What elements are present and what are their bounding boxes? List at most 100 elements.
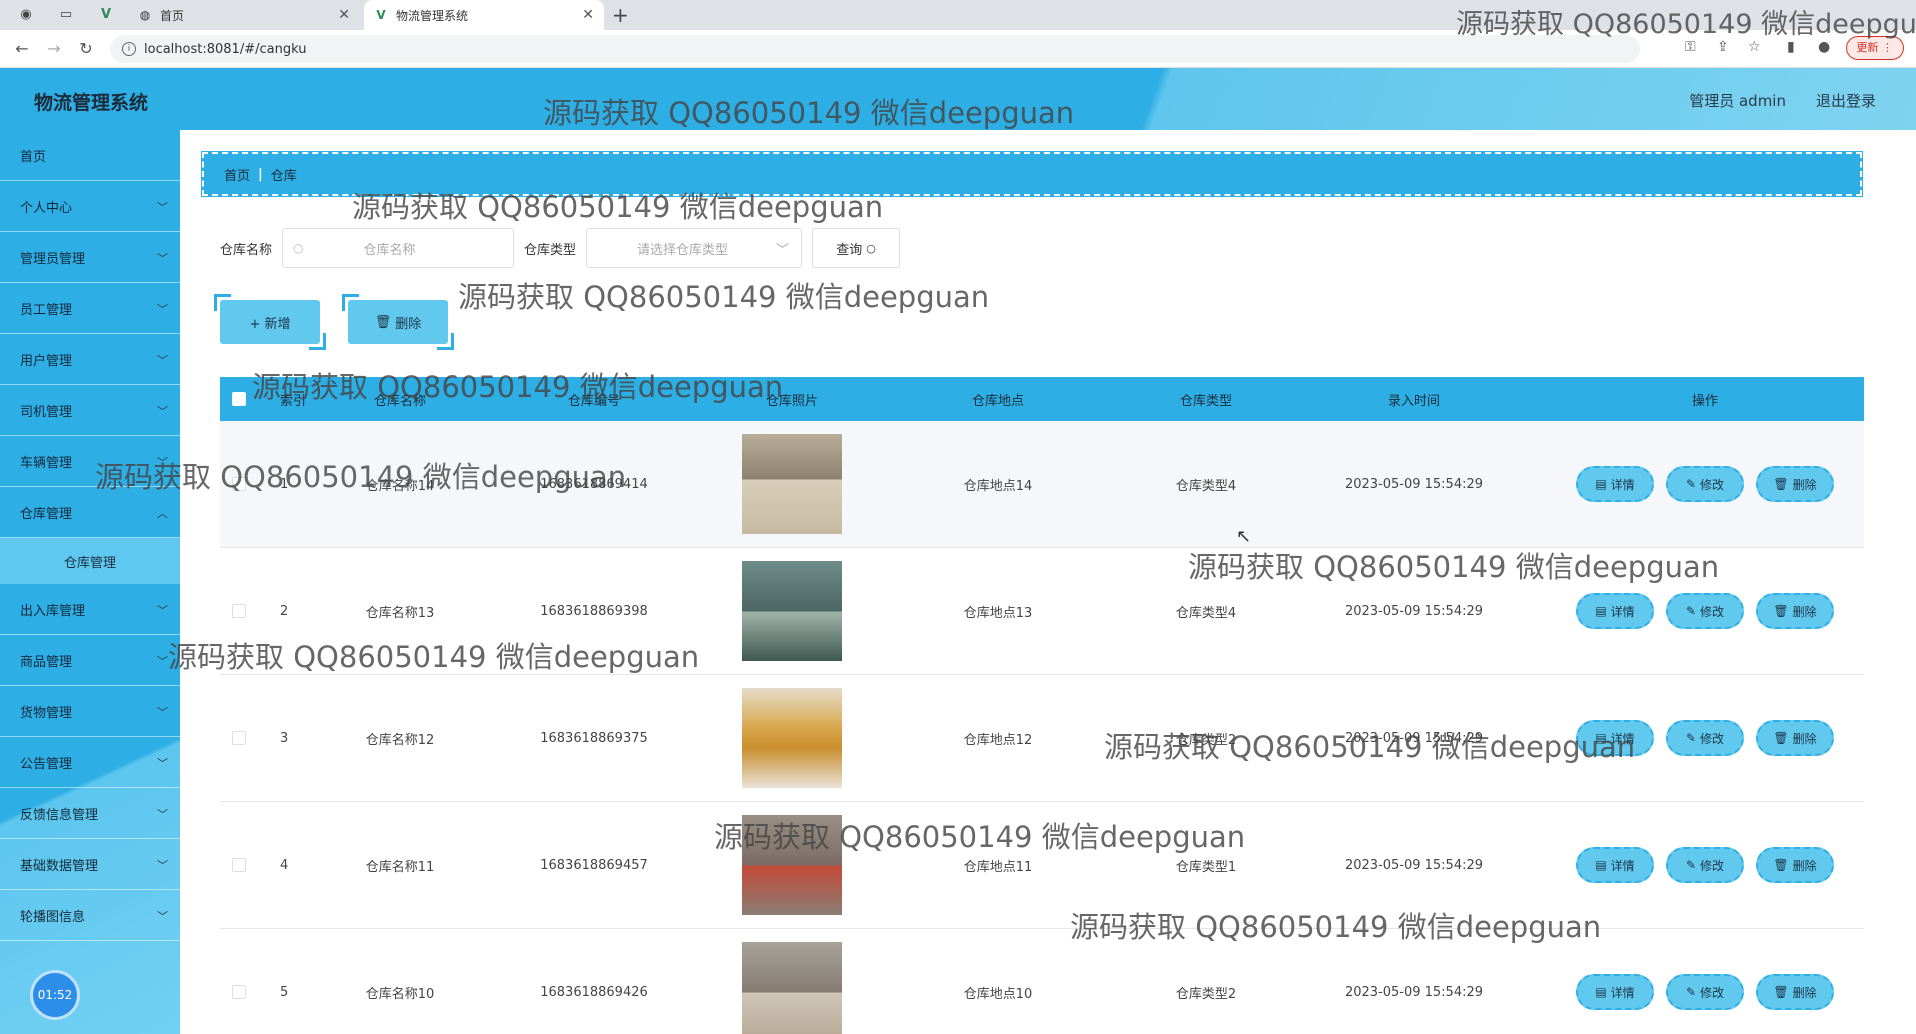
row-checkbox[interactable] <box>232 604 246 618</box>
cell-time: 2023-05-09 15:54:29 <box>1344 984 1484 1000</box>
cell-type: 仓库类型1 <box>1175 859 1237 875</box>
add-button[interactable]: + 新增 <box>214 294 320 344</box>
detail-button[interactable]: ▤ 详情 <box>1576 593 1654 629</box>
sidebar-item-drivers[interactable]: 司机管理 ﹀ <box>0 385 180 436</box>
sidebar-item-carousel[interactable]: 轮播图信息 ﹀ <box>0 890 180 941</box>
warehouse-photo[interactable] <box>742 688 842 788</box>
forward-icon[interactable]: → <box>44 39 64 58</box>
header-photo: 仓库照片 <box>765 393 818 409</box>
detail-button[interactable]: ▤ 详情 <box>1576 466 1654 502</box>
vue-icon[interactable]: V <box>98 7 114 23</box>
chevron-down-icon: ﹀ <box>157 252 168 265</box>
delete-button[interactable]: 🗑 删除 <box>1756 593 1834 629</box>
row-checkbox[interactable] <box>232 731 246 745</box>
chevron-down-icon: ﹀ <box>157 808 168 821</box>
chevron-down-icon: ﹀ <box>157 604 168 617</box>
detail-button[interactable]: ▤ 详情 <box>1576 720 1654 756</box>
delete-label: 删除 <box>1792 604 1817 619</box>
delete-button[interactable]: 🗑 删除 <box>1756 847 1834 883</box>
sidebar-item-inout[interactable]: 出入库管理 ﹀ <box>0 584 180 635</box>
sidebar-item-label: 用户管理 <box>20 353 73 369</box>
warehouse-photo[interactable] <box>742 561 842 661</box>
timer-badge[interactable]: 01:52 <box>30 970 80 1020</box>
sidebar-item-admin[interactable]: 管理员管理 ﹀ <box>0 232 180 283</box>
breadcrumb-home[interactable]: 首页 <box>224 165 250 184</box>
sidebar-item-personal[interactable]: 个人中心 ﹀ <box>0 181 180 232</box>
profile-icon[interactable]: ● <box>1818 39 1830 55</box>
batch-delete-button[interactable]: 🗑 删除 <box>342 294 448 344</box>
sidebar-item-warehouse[interactable]: 仓库管理 ︿ <box>0 487 180 538</box>
header-type: 仓库类型 <box>1179 393 1232 409</box>
sidebar-item-vehicles[interactable]: 车辆管理 ﹀ <box>0 436 180 487</box>
warehouse-photo[interactable] <box>742 815 842 915</box>
detail-button[interactable]: ▤ 详情 <box>1576 847 1654 883</box>
delete-label: 删除 <box>395 316 422 332</box>
table-body: 1 仓库名称14 1683618869414 仓库地点14 仓库类型4 2023… <box>220 421 1864 1034</box>
table-row[interactable]: 5 仓库名称10 1683618869426 仓库地点10 仓库类型2 2023… <box>220 929 1864 1034</box>
row-checkbox[interactable] <box>232 477 246 491</box>
sidebar-item-goods[interactable]: 货物管理 ﹀ <box>0 686 180 737</box>
trash-icon: 🗑 <box>1773 604 1789 618</box>
url-input[interactable]: i localhost:8081/#/cangku <box>110 35 1640 63</box>
table-row[interactable]: 3 仓库名称12 1683618869375 仓库地点12 仓库类型2 2023… <box>220 675 1864 802</box>
trash-icon: 🗑 <box>1773 985 1789 999</box>
sidebar-item-home[interactable]: 首页 <box>0 130 180 181</box>
edit-button[interactable]: ✎ 修改 <box>1666 847 1744 883</box>
info-icon[interactable]: i <box>122 42 136 56</box>
delete-button[interactable]: 🗑 删除 <box>1756 974 1834 1010</box>
browser-tab-bar: ◉ ▭ V ◍ 首页 ✕ V 物流管理系统 ✕ + <box>0 0 1916 30</box>
cell-code: 1683618869457 <box>540 857 648 873</box>
row-checkbox[interactable] <box>232 985 246 999</box>
name-search-input[interactable]: ○ 仓库名称 <box>282 228 515 268</box>
row-checkbox[interactable] <box>232 858 246 872</box>
sidebar-item-products[interactable]: 商品管理 ﹀ <box>0 635 180 686</box>
detail-button[interactable]: ▤ 详情 <box>1576 974 1654 1010</box>
edit-button[interactable]: ✎ 修改 <box>1666 466 1744 502</box>
close-icon[interactable]: ✕ <box>338 7 350 23</box>
reload-icon[interactable]: ↻ <box>76 39 96 58</box>
key-icon[interactable]: ⚿ <box>1685 39 1696 55</box>
edit-button[interactable]: ✎ 修改 <box>1666 974 1744 1010</box>
sidebar-item-feedback[interactable]: 反馈信息管理 ﹀ <box>0 788 180 839</box>
warehouse-photo[interactable] <box>742 942 842 1034</box>
user-label: 管理员 admin <box>1689 92 1786 110</box>
delete-label: 删除 <box>1792 858 1817 873</box>
delete-button[interactable]: 🗑 删除 <box>1756 720 1834 756</box>
delete-button[interactable]: 🗑 删除 <box>1756 466 1834 502</box>
star-icon[interactable]: ☆ <box>1748 39 1761 55</box>
tab-home[interactable]: ◍ 首页 ✕ <box>128 0 360 30</box>
chevron-down-icon: ﹀ <box>157 456 168 469</box>
query-button[interactable]: 查询 ○ <box>812 228 901 268</box>
table-row[interactable]: 1 仓库名称14 1683618869414 仓库地点14 仓库类型4 2023… <box>220 421 1864 548</box>
edit-button[interactable]: ✎ 修改 <box>1666 720 1744 756</box>
sidebar-item-basedata[interactable]: 基础数据管理 ﹀ <box>0 839 180 890</box>
pinned-tab-icon[interactable]: ▭ <box>58 7 74 23</box>
update-button[interactable]: 更新 ⋮ <box>1845 36 1904 60</box>
back-icon[interactable]: ← <box>12 39 32 58</box>
sidebar-item-label: 员工管理 <box>20 302 73 318</box>
cell-index: 3 <box>280 730 289 746</box>
sidebar: 首页 个人中心 ﹀ 管理员管理 ﹀ 员工管理 ﹀ 用户管理 ﹀ 司机管理 ﹀ 车辆管理 ﹀ … <box>0 130 180 1034</box>
sidebar-item-users[interactable]: 用户管理 ﹀ <box>0 334 180 385</box>
submenu-item-warehouse[interactable]: 仓库管理 <box>0 538 180 584</box>
pinned-tab-icon[interactable]: ◉ <box>18 7 34 23</box>
warehouse-photo[interactable] <box>742 434 842 534</box>
tab-app[interactable]: V 物流管理系统 ✕ <box>364 0 604 30</box>
close-icon[interactable]: ✕ <box>582 7 594 23</box>
sidepanel-icon[interactable]: ▮ <box>1787 39 1795 55</box>
edit-button[interactable]: ✎ 修改 <box>1666 593 1744 629</box>
new-tab-button[interactable]: + <box>612 3 629 27</box>
logout-link[interactable]: 退出登录 <box>1816 90 1876 111</box>
cell-name: 仓库名称13 <box>365 605 435 621</box>
share-icon[interactable]: ⇪ <box>1717 39 1729 55</box>
header-actions: 操作 <box>1691 393 1718 409</box>
cell-location: 仓库地点13 <box>963 605 1033 621</box>
sidebar-item-staff[interactable]: 员工管理 ﹀ <box>0 283 180 334</box>
sidebar-item-label: 首页 <box>20 149 47 165</box>
table-row[interactable]: 2 仓库名称13 1683618869398 仓库地点13 仓库类型4 2023… <box>220 548 1864 675</box>
select-all-checkbox[interactable] <box>232 392 246 406</box>
sidebar-item-notices[interactable]: 公告管理 ﹀ <box>0 737 180 788</box>
cell-time: 2023-05-09 15:54:29 <box>1344 857 1484 873</box>
table-row[interactable]: 4 仓库名称11 1683618869457 仓库地点11 仓库类型1 2023… <box>220 802 1864 929</box>
type-select[interactable]: 请选择仓库类型 ﹀ <box>586 228 803 268</box>
